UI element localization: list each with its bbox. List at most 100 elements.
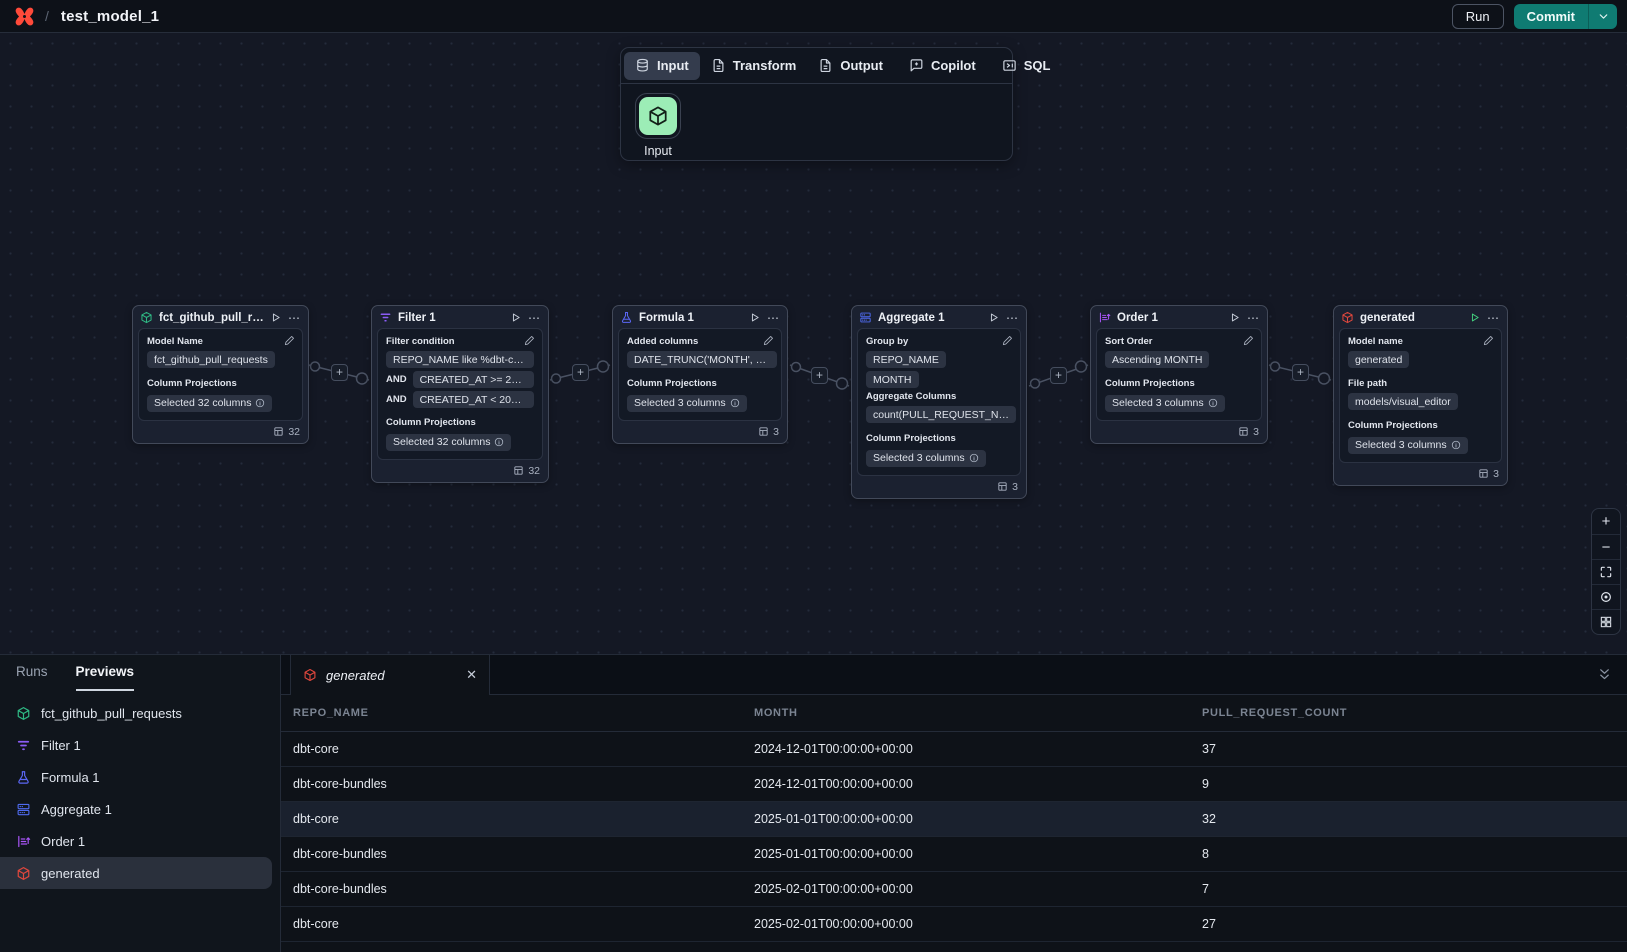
sidebar-item-aggregate-1[interactable]: Aggregate 1 [0, 793, 272, 825]
filter-condition-pill: CREATED_AT < 2025-03-01 [413, 391, 534, 408]
info-icon [255, 398, 265, 408]
node-footer: 32 [133, 421, 308, 443]
play-icon[interactable] [749, 312, 760, 323]
play-icon[interactable] [988, 312, 999, 323]
close-tab-button[interactable]: ✕ [466, 667, 477, 683]
locate-button[interactable] [1592, 584, 1620, 609]
add-node-button[interactable]: + [811, 367, 828, 384]
fit-view-button[interactable] [1592, 559, 1620, 584]
sidebar-item-formula-1[interactable]: Formula 1 [0, 761, 272, 793]
play-icon[interactable] [1229, 312, 1240, 323]
canvas-controls: + − [1591, 508, 1621, 635]
source-port[interactable] [552, 374, 561, 383]
add-node-button[interactable]: + [1050, 367, 1067, 384]
run-button[interactable]: Run [1452, 4, 1504, 29]
zoom-out-button[interactable]: − [1592, 534, 1620, 559]
node-generated[interactable]: generated ⋯ Model name generated File pa… [1333, 305, 1508, 486]
palette-input-label: Input [644, 144, 672, 158]
source-port[interactable] [1031, 379, 1040, 388]
sidebar-item-generated[interactable]: generated [0, 857, 272, 889]
zoom-in-button[interactable]: + [1592, 509, 1620, 534]
commit-button[interactable]: Commit [1514, 4, 1588, 29]
node-body: Sort Order Ascending MONTH Column Projec… [1096, 328, 1262, 421]
breadcrumb-separator: / [45, 8, 49, 24]
tab-transform[interactable]: Transform [700, 52, 808, 80]
more-options-button[interactable]: ⋯ [1006, 314, 1019, 322]
collapse-panel-button[interactable] [1582, 655, 1627, 694]
column-projections-pill[interactable]: Selected 3 columns [866, 450, 986, 467]
table-row[interactable]: dbt-core2025-02-01T00:00:00+00:0027 [281, 907, 1627, 942]
more-options-button[interactable]: ⋯ [767, 314, 780, 322]
added-column-pill: DATE_TRUNC('MONTH', CREATED_AT... [627, 351, 777, 368]
more-options-button[interactable]: ⋯ [528, 314, 541, 322]
sidebar-item-order-1[interactable]: Order 1 [0, 825, 272, 857]
column-projections-pill[interactable]: Selected 32 columns [147, 395, 272, 412]
pencil-icon[interactable] [284, 335, 295, 346]
node-filter-1[interactable]: Filter 1 ⋯ Filter condition REPO_NAME li… [371, 305, 549, 483]
fit-view-icon [1599, 565, 1613, 579]
pencil-icon[interactable] [524, 335, 535, 346]
column-projections-pill[interactable]: Selected 3 columns [627, 395, 747, 412]
tab-sql[interactable]: SQL [991, 52, 1062, 80]
preview-tab-generated[interactable]: generated ✕ [290, 655, 490, 695]
copilot-chat-icon [909, 58, 924, 73]
source-port[interactable] [792, 363, 801, 372]
info-icon [494, 437, 504, 447]
source-port[interactable] [311, 362, 320, 371]
column-header-month[interactable]: MONTH [754, 707, 1202, 719]
dbt-logo-icon[interactable] [14, 6, 35, 27]
more-options-button[interactable]: ⋯ [288, 314, 301, 322]
node-order-1[interactable]: Order 1 ⋯ Sort Order Ascending MONTH Col… [1090, 305, 1268, 444]
target-port[interactable] [837, 378, 848, 389]
table-row[interactable]: dbt-core-bundles2024-12-01T00:00:00+00:0… [281, 767, 1627, 802]
pencil-icon[interactable] [1483, 335, 1494, 346]
source-port[interactable] [1271, 362, 1280, 371]
target-port[interactable] [357, 373, 368, 384]
palette-input-card[interactable]: Input [634, 93, 682, 158]
sidebar-item-fct-github-pull-requests[interactable]: fct_github_pull_requests [0, 697, 272, 729]
more-options-button[interactable]: ⋯ [1247, 314, 1260, 322]
node-fct-github-pull-requests[interactable]: fct_github_pull_requests ⋯ Model Name fc… [132, 305, 309, 444]
sidebar-item-filter-1[interactable]: Filter 1 [0, 729, 272, 761]
add-node-button[interactable]: + [331, 364, 348, 381]
node-footer: 3 [852, 476, 1026, 498]
topbar-actions: Run Commit [1452, 4, 1617, 29]
tab-runs[interactable]: Runs [16, 664, 48, 691]
tab-copilot[interactable]: Copilot [898, 52, 987, 80]
play-icon[interactable] [510, 312, 521, 323]
column-projections-pill[interactable]: Selected 32 columns [386, 434, 511, 451]
field-label: Added columns [627, 336, 773, 347]
target-port[interactable] [1319, 373, 1330, 384]
info-icon [1451, 440, 1461, 450]
node-aggregate-1[interactable]: Aggregate 1 ⋯ Group by REPO_NAME MONTH A… [851, 305, 1027, 499]
pencil-icon[interactable] [1002, 335, 1013, 346]
minimap-button[interactable] [1592, 609, 1620, 634]
target-port[interactable] [598, 361, 609, 372]
filter-condition-pill: CREATED_AT >= 2024-12-01 [413, 371, 534, 388]
pencil-icon[interactable] [1243, 335, 1254, 346]
table-row[interactable]: dbt-core2025-01-01T00:00:00+00:0032 [281, 802, 1627, 837]
commit-dropdown-button[interactable] [1588, 4, 1617, 29]
node-formula-1[interactable]: Formula 1 ⋯ Added columns DATE_TRUNC('MO… [612, 305, 788, 444]
add-node-button[interactable]: + [572, 364, 589, 381]
play-icon[interactable] [270, 312, 281, 323]
add-node-button[interactable]: + [1292, 364, 1309, 381]
target-port[interactable] [1076, 361, 1087, 372]
column-projections-pill[interactable]: Selected 3 columns [1105, 395, 1225, 412]
table-icon [1238, 426, 1249, 437]
node-header: generated ⋯ [1334, 306, 1507, 328]
column-header-pull-request-count[interactable]: PULL_REQUEST_COUNT [1202, 707, 1627, 719]
play-icon[interactable] [1469, 312, 1480, 323]
table-row[interactable]: dbt-core-bundles2025-02-01T00:00:00+00:0… [281, 872, 1627, 907]
tab-output[interactable]: Output [807, 52, 894, 80]
tab-previews[interactable]: Previews [76, 664, 135, 691]
pencil-icon[interactable] [763, 335, 774, 346]
node-title: Formula 1 [639, 312, 743, 324]
table-row[interactable]: dbt-core-bundles2025-01-01T00:00:00+00:0… [281, 837, 1627, 872]
bottom-panel: Runs Previews fct_github_pull_requests F… [0, 654, 1627, 952]
column-header-repo-name[interactable]: REPO_NAME [293, 707, 754, 719]
more-options-button[interactable]: ⋯ [1487, 314, 1500, 322]
table-row[interactable]: dbt-core2024-12-01T00:00:00+00:0037 [281, 732, 1627, 767]
tab-input[interactable]: Input [624, 52, 700, 80]
column-projections-pill[interactable]: Selected 3 columns [1348, 437, 1468, 454]
